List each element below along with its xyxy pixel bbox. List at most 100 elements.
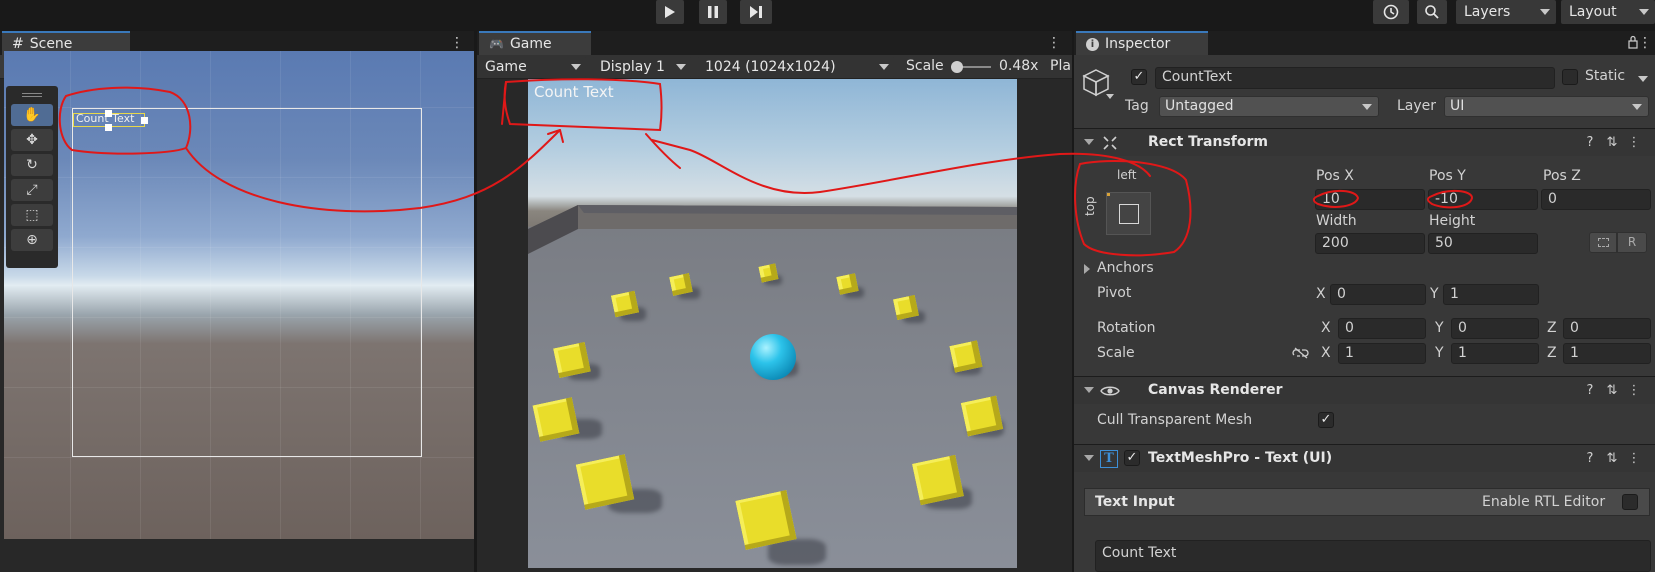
canvas-renderer-header[interactable]: Canvas Renderer ? ⇅ ⋮ [1074,376,1655,404]
lock-icon[interactable] [1628,35,1638,49]
scene-menu-icon[interactable]: ⋮ [450,35,464,51]
player-sphere [750,334,796,380]
step-button[interactable] [740,0,772,24]
pos-x-label: Pos X [1316,168,1354,184]
game-view-dropdown[interactable]: Game [477,57,587,77]
pivot-x-field[interactable]: 0 [1330,284,1426,305]
scale-y-field[interactable]: 1 [1451,343,1539,364]
scale-slider-thumb[interactable] [951,61,963,73]
help-icon[interactable]: ? [1582,383,1598,399]
scene-tab-label: Scene [29,36,73,52]
pause-button[interactable] [699,0,727,24]
history-button[interactable] [1373,0,1409,24]
scene-viewport[interactable]: Count Text [4,51,474,539]
text-input-area[interactable]: Count Text [1095,540,1651,572]
blueprint-mode-button[interactable] [1589,232,1617,253]
rot-y-label: Y [1435,320,1444,336]
tag-dropdown[interactable]: Untagged [1159,96,1379,117]
pos-y-label: Pos Y [1429,168,1466,184]
layers-dropdown[interactable]: Layers [1456,0,1556,24]
resolution-dropdown[interactable]: 1024 (1024x1024) [697,57,895,77]
pickup-cube [949,340,983,373]
component-menu-icon[interactable]: ⋮ [1626,135,1642,151]
rotate-tool-button[interactable]: ↻ [11,154,53,176]
rot-x-field[interactable]: 0 [1338,318,1426,339]
move-tool-button[interactable]: ✥ [11,129,53,151]
rect-handle[interactable] [141,117,148,124]
scale-z-field[interactable]: 1 [1563,343,1651,364]
chevron-down-icon [1362,104,1372,110]
layout-dropdown[interactable]: Layout [1561,0,1655,24]
rot-z-field[interactable]: 0 [1563,318,1651,339]
chevron-down-icon[interactable] [1638,76,1648,82]
anchor-presets-button[interactable] [1106,192,1151,235]
pos-y-field[interactable]: -10 [1428,189,1538,210]
active-checkbox[interactable]: ✓ [1131,69,1147,85]
height-field[interactable]: 50 [1428,233,1538,254]
grid-line [70,51,71,539]
count-text-object[interactable]: Count Text [73,110,148,131]
textmeshpro-title: TextMeshPro - Text (UI) [1148,450,1333,466]
search-button[interactable] [1417,0,1447,24]
pivot-y-label: Y [1430,286,1439,302]
game-menu-icon[interactable]: ⋮ [1047,35,1061,51]
play-icon [665,6,675,18]
pos-x-field[interactable]: 10 [1315,189,1425,210]
cull-transparent-mesh-checkbox[interactable]: ✓ [1318,412,1334,428]
tab-inspector[interactable]: i Inspector [1076,31,1208,55]
game-toolbar: Game Display 1 1024 (1024x1024) Scale 0.… [477,55,1072,79]
rect-transform-header[interactable]: Rect Transform ? ⇅ ⋮ [1074,128,1655,156]
presets-icon[interactable]: ⇅ [1604,451,1620,467]
foldout-arrow-icon[interactable] [1084,264,1090,274]
step-icon [750,6,762,18]
object-name-field[interactable]: CountText [1155,67,1555,89]
rect-tool-button[interactable]: ⬚ [11,204,53,226]
component-menu-icon[interactable]: ⋮ [1626,451,1642,467]
layer-dropdown[interactable]: UI [1444,96,1649,117]
scale-slider[interactable] [951,61,991,73]
help-icon[interactable]: ? [1582,135,1598,151]
scale-x-field[interactable]: 1 [1338,343,1426,364]
rect-handle[interactable] [105,124,112,131]
textmeshpro-icon: T [1100,450,1118,468]
transform-tool-button[interactable]: ⊕ [11,229,53,251]
presets-icon[interactable]: ⇅ [1604,383,1620,399]
chevron-down-icon[interactable] [1106,94,1114,99]
hand-tool-button[interactable]: ✋ [11,104,53,126]
play-button[interactable] [656,0,684,24]
rot-y-field[interactable]: 0 [1451,318,1539,339]
scale-z-label: Z [1547,345,1557,361]
textmeshpro-enabled-checkbox[interactable]: ✓ [1124,450,1140,466]
raw-edit-button[interactable]: R [1617,232,1647,253]
tag-label: Tag [1125,98,1149,114]
canvas-bounds [72,108,422,457]
scene-tool-palette: ✋ ✥ ↻ ⤢ ⬚ ⊕ [6,86,58,268]
width-field[interactable]: 200 [1315,233,1425,254]
textmeshpro-header[interactable]: T ✓ TextMeshPro - Text (UI) ? ⇅ ⋮ [1074,444,1655,472]
presets-icon[interactable]: ⇅ [1604,135,1620,151]
foldout-arrow-icon [1084,387,1094,393]
rotation-label: Rotation [1097,320,1156,336]
static-checkbox[interactable] [1562,69,1578,85]
anchors-label[interactable]: Anchors [1097,260,1154,276]
chevron-down-icon [1639,9,1649,15]
tag-value: Untagged [1165,98,1234,114]
pivot-y-field[interactable]: 1 [1443,284,1539,305]
eye-icon [1100,386,1120,396]
pos-z-field[interactable]: 0 [1541,189,1651,210]
component-menu-icon[interactable]: ⋮ [1626,383,1642,399]
palette-grip[interactable] [22,93,42,97]
text-input-section-header: Text Input Enable RTL Editor [1084,488,1650,516]
tab-game[interactable]: 🎮 Game [479,31,591,55]
scale-y-label: Y [1435,345,1444,361]
display-dropdown[interactable]: Display 1 [592,57,692,77]
rect-handle[interactable] [105,110,112,117]
layers-label: Layers [1464,4,1511,20]
constrain-proportions-icon[interactable] [1292,346,1310,360]
help-icon[interactable]: ? [1582,451,1598,467]
inspector-menu-icon[interactable]: ⋮ [1638,35,1652,51]
cull-transparent-mesh-label: Cull Transparent Mesh [1097,412,1253,428]
game-viewport[interactable]: Count Text [528,79,1017,568]
scale-tool-button[interactable]: ⤢ [11,179,53,201]
rtl-editor-checkbox[interactable] [1622,494,1638,510]
